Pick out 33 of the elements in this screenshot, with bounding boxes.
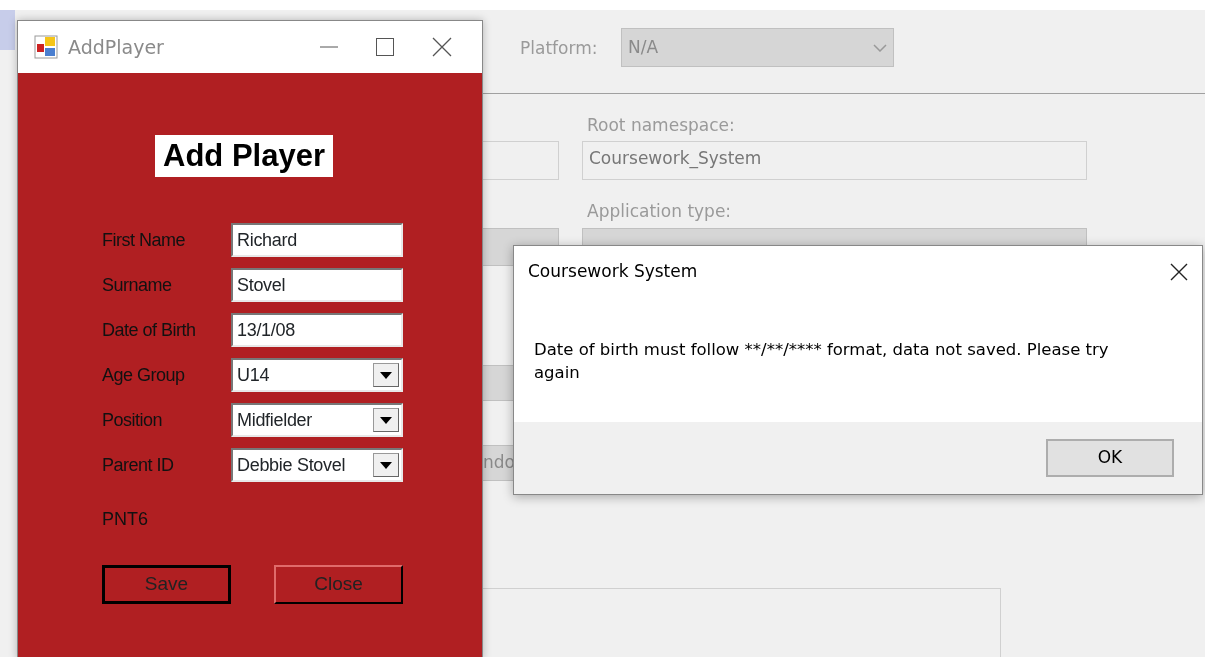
root-namespace-field[interactable]: Coursework_System — [582, 141, 1087, 180]
text-field[interactable]: 13/1/08 — [231, 313, 403, 347]
close-icon[interactable] — [1170, 263, 1188, 281]
ok-button[interactable]: OK — [1046, 439, 1174, 477]
text-field[interactable] — [482, 141, 559, 180]
dialog-title: Coursework System — [528, 260, 698, 284]
parent-code-text: PNT6 — [102, 508, 149, 531]
field-label: Date of Birth — [102, 318, 197, 342]
field-label: Parent ID — [102, 453, 175, 477]
dropdown[interactable]: U14 — [231, 358, 403, 392]
root-namespace-label: Root namespace: — [587, 114, 735, 137]
field-label: First Name — [102, 228, 186, 252]
text-field[interactable]: Stovel — [231, 268, 403, 302]
dropdown-arrow-icon[interactable] — [380, 416, 392, 424]
dialog-message: Date of birth must follow **/**/**** format, data not saved. Please try again — [534, 339, 1110, 384]
dropdown[interactable]: Debbie Stovel — [231, 448, 403, 482]
field-label: Surname — [102, 273, 173, 297]
dropdown-arrow-icon[interactable] — [380, 461, 392, 469]
field-label: Age Group — [102, 363, 186, 387]
application-type-dropdown[interactable] — [582, 228, 1087, 248]
application-type-label: Application type: — [587, 200, 732, 223]
platform-label: Platform: — [520, 37, 598, 60]
maximize-icon[interactable] — [376, 38, 394, 56]
chevron-icon — [873, 43, 887, 52]
app-icon — [34, 35, 58, 59]
field-label: Position — [102, 408, 164, 432]
window-edge — [0, 10, 15, 50]
window-title: AddPlayer — [68, 34, 164, 60]
text-field[interactable]: Richard — [231, 223, 403, 257]
close-icon[interactable] — [432, 37, 452, 57]
form-heading: Add Player — [155, 135, 333, 177]
dropdown[interactable]: Midfielder — [231, 403, 403, 437]
dropdown-arrow-icon[interactable] — [380, 371, 392, 379]
